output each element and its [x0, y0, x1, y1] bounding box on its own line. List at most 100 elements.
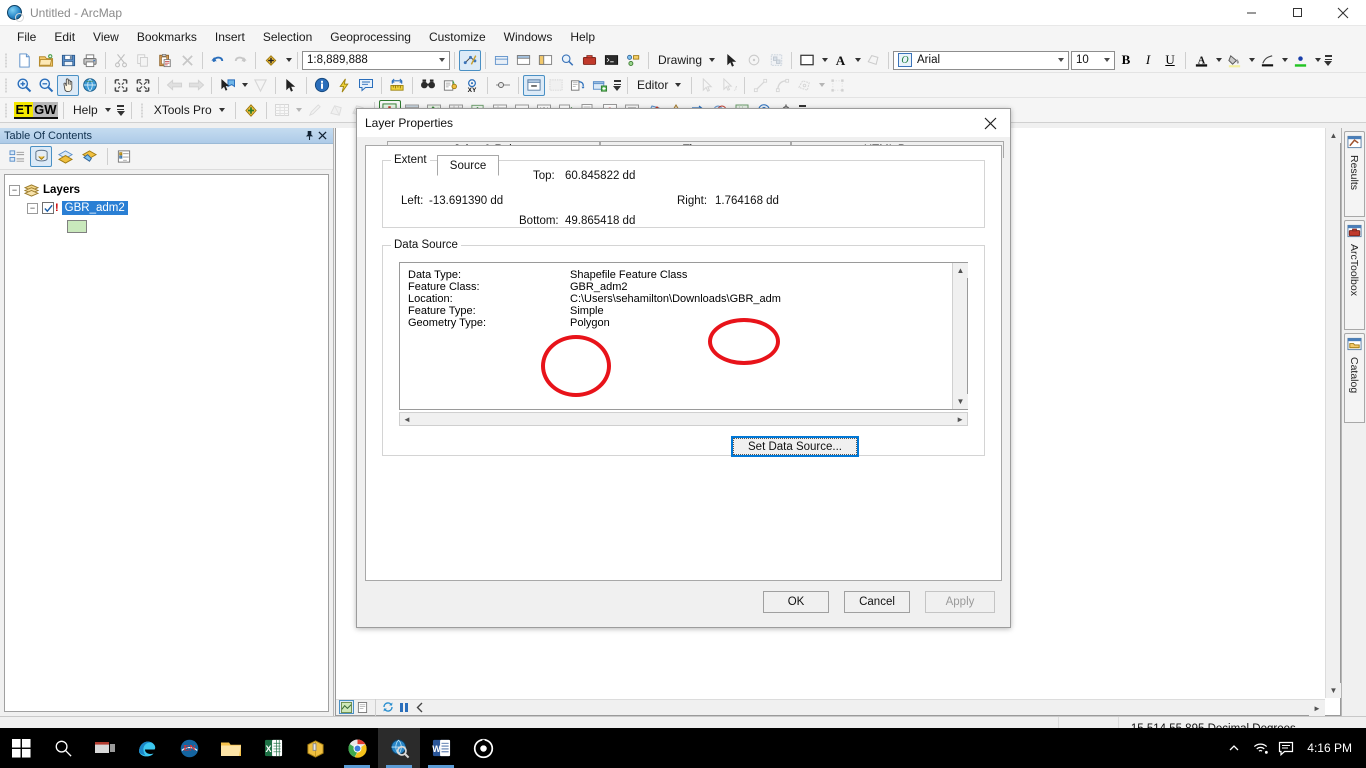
- arcmap-window-icon[interactable]: [512, 50, 534, 71]
- menu-insert[interactable]: Insert: [206, 27, 254, 47]
- group-elements-icon[interactable]: [765, 50, 787, 71]
- wifi-icon[interactable]: [1247, 728, 1273, 768]
- tools-overflow-button[interactable]: [611, 75, 623, 96]
- scroll-down-icon[interactable]: ▼: [1326, 683, 1341, 698]
- toolbar-grip[interactable]: [3, 76, 10, 94]
- menu-customize[interactable]: Customize: [420, 27, 495, 47]
- fill-bucket-dropdown[interactable]: [1245, 50, 1256, 71]
- drawing-menu[interactable]: Drawing: [653, 51, 707, 69]
- layer-visibility-checkbox[interactable]: [42, 202, 54, 214]
- text-color-icon[interactable]: A: [1190, 50, 1212, 71]
- toc-layer-label[interactable]: GBR_adm2: [61, 201, 128, 215]
- redo-icon[interactable]: [229, 50, 251, 71]
- menu-view[interactable]: View: [84, 27, 128, 47]
- bold-button[interactable]: B: [1115, 50, 1137, 71]
- dock-tab-arctoolbox[interactable]: ArcToolbox: [1343, 220, 1365, 330]
- pause-icon[interactable]: [396, 700, 411, 714]
- create-viewer-window-icon[interactable]: [523, 74, 545, 96]
- help-menu-caret[interactable]: [104, 108, 111, 112]
- layer-symbol-swatch[interactable]: [67, 219, 87, 233]
- delete-icon[interactable]: [176, 50, 198, 71]
- list-by-drawing-order-icon[interactable]: [6, 146, 28, 167]
- xtools-table-dropdown[interactable]: [293, 100, 304, 121]
- help-menu[interactable]: Help: [68, 101, 103, 119]
- add-layer-icon[interactable]: [589, 75, 611, 96]
- draw-polygon-icon[interactable]: [862, 50, 884, 71]
- go-to-xy-icon[interactable]: XY: [461, 75, 483, 96]
- map-service-publish-icon[interactable]: [490, 50, 512, 71]
- dialog-close-button[interactable]: [970, 109, 1010, 137]
- tab-source[interactable]: Source: [437, 155, 499, 176]
- add-xtools-icon[interactable]: [240, 100, 262, 121]
- dock-tab-catalog[interactable]: Catalog: [1343, 333, 1365, 423]
- font-color-icon[interactable]: A: [829, 50, 851, 71]
- font-name-combo[interactable]: O Arial: [893, 50, 1070, 70]
- print-icon[interactable]: [79, 50, 101, 71]
- map-scale-combo[interactable]: 1:8,889,888: [302, 50, 450, 70]
- scroll-left-icon[interactable]: ◄: [400, 415, 411, 424]
- endpoint-arc-icon[interactable]: [771, 75, 793, 96]
- search-icon[interactable]: [42, 728, 84, 768]
- zoom-out-icon[interactable]: [35, 75, 57, 96]
- marker-color-dropdown[interactable]: [1311, 50, 1322, 71]
- dock-tab-results[interactable]: Results: [1343, 131, 1365, 217]
- editor-toolbar-toggle-icon[interactable]: [459, 49, 481, 71]
- search-window-icon[interactable]: [556, 50, 578, 71]
- model-builder-icon[interactable]: [622, 50, 644, 71]
- expander-icon[interactable]: −: [9, 184, 20, 196]
- scroll-right-icon[interactable]: ►: [956, 415, 967, 424]
- xtools-shape-icon[interactable]: [326, 100, 348, 121]
- fill-color-dropdown[interactable]: [818, 50, 829, 71]
- add-data-dropdown[interactable]: [282, 50, 293, 71]
- menu-help[interactable]: Help: [561, 27, 604, 47]
- minimize-button[interactable]: [1228, 0, 1274, 26]
- pin-icon[interactable]: [303, 129, 316, 143]
- line-color-icon[interactable]: [1256, 50, 1278, 71]
- open-icon[interactable]: [35, 50, 57, 71]
- catalog-window-icon[interactable]: [534, 50, 556, 71]
- xtools-menu-caret[interactable]: [218, 108, 225, 112]
- go-next-extent-icon[interactable]: [185, 75, 207, 96]
- menu-windows[interactable]: Windows: [495, 27, 562, 47]
- list-by-selection-icon[interactable]: [78, 146, 100, 167]
- file-explorer-icon[interactable]: [210, 728, 252, 768]
- notifications-icon[interactable]: [1273, 728, 1299, 768]
- menu-selection[interactable]: Selection: [254, 27, 321, 47]
- underline-button[interactable]: U: [1159, 50, 1181, 71]
- fill-bucket-icon[interactable]: [1223, 50, 1245, 71]
- pan-icon[interactable]: [57, 74, 79, 96]
- start-button[interactable]: [0, 728, 42, 768]
- scroll-up-icon[interactable]: ▲: [953, 263, 968, 278]
- toc-root-row[interactable]: − Layers: [9, 181, 324, 199]
- italic-button[interactable]: I: [1137, 50, 1159, 71]
- toolbar-overflow-button[interactable]: [1322, 50, 1334, 71]
- toolbar-grip[interactable]: [3, 101, 10, 119]
- trace-icon[interactable]: [793, 75, 815, 96]
- endnote-icon[interactable]: EN: [168, 728, 210, 768]
- straight-segment-icon[interactable]: [749, 75, 771, 96]
- scroll-down-icon[interactable]: ▼: [953, 394, 968, 409]
- show-hidden-icons[interactable]: [1221, 728, 1247, 768]
- fixed-zoom-in-icon[interactable]: [110, 75, 132, 96]
- arctoolbox-window-icon[interactable]: [578, 50, 600, 71]
- edit-tool-icon[interactable]: [696, 75, 718, 96]
- ok-button[interactable]: OK: [763, 591, 829, 613]
- find-route-icon[interactable]: [439, 75, 461, 96]
- circle-app-icon[interactable]: [462, 728, 504, 768]
- menu-file[interactable]: File: [8, 27, 45, 47]
- python-window-icon[interactable]: [600, 50, 622, 71]
- new-map-icon[interactable]: [13, 50, 35, 71]
- edit-vertices-icon[interactable]: [826, 75, 848, 96]
- toolbar-grip[interactable]: [139, 101, 146, 119]
- trace-dropdown[interactable]: [815, 75, 826, 96]
- chrome-icon[interactable]: [336, 728, 378, 768]
- editor-menu-caret[interactable]: [675, 83, 682, 87]
- back-icon[interactable]: [412, 700, 427, 714]
- editor-menu[interactable]: Editor: [632, 76, 673, 94]
- edge-icon[interactable]: [126, 728, 168, 768]
- find-icon[interactable]: [417, 75, 439, 96]
- refresh-icon[interactable]: [380, 700, 395, 714]
- cut-icon[interactable]: [110, 50, 132, 71]
- menu-edit[interactable]: Edit: [45, 27, 84, 47]
- layout-view-icon[interactable]: [355, 700, 370, 714]
